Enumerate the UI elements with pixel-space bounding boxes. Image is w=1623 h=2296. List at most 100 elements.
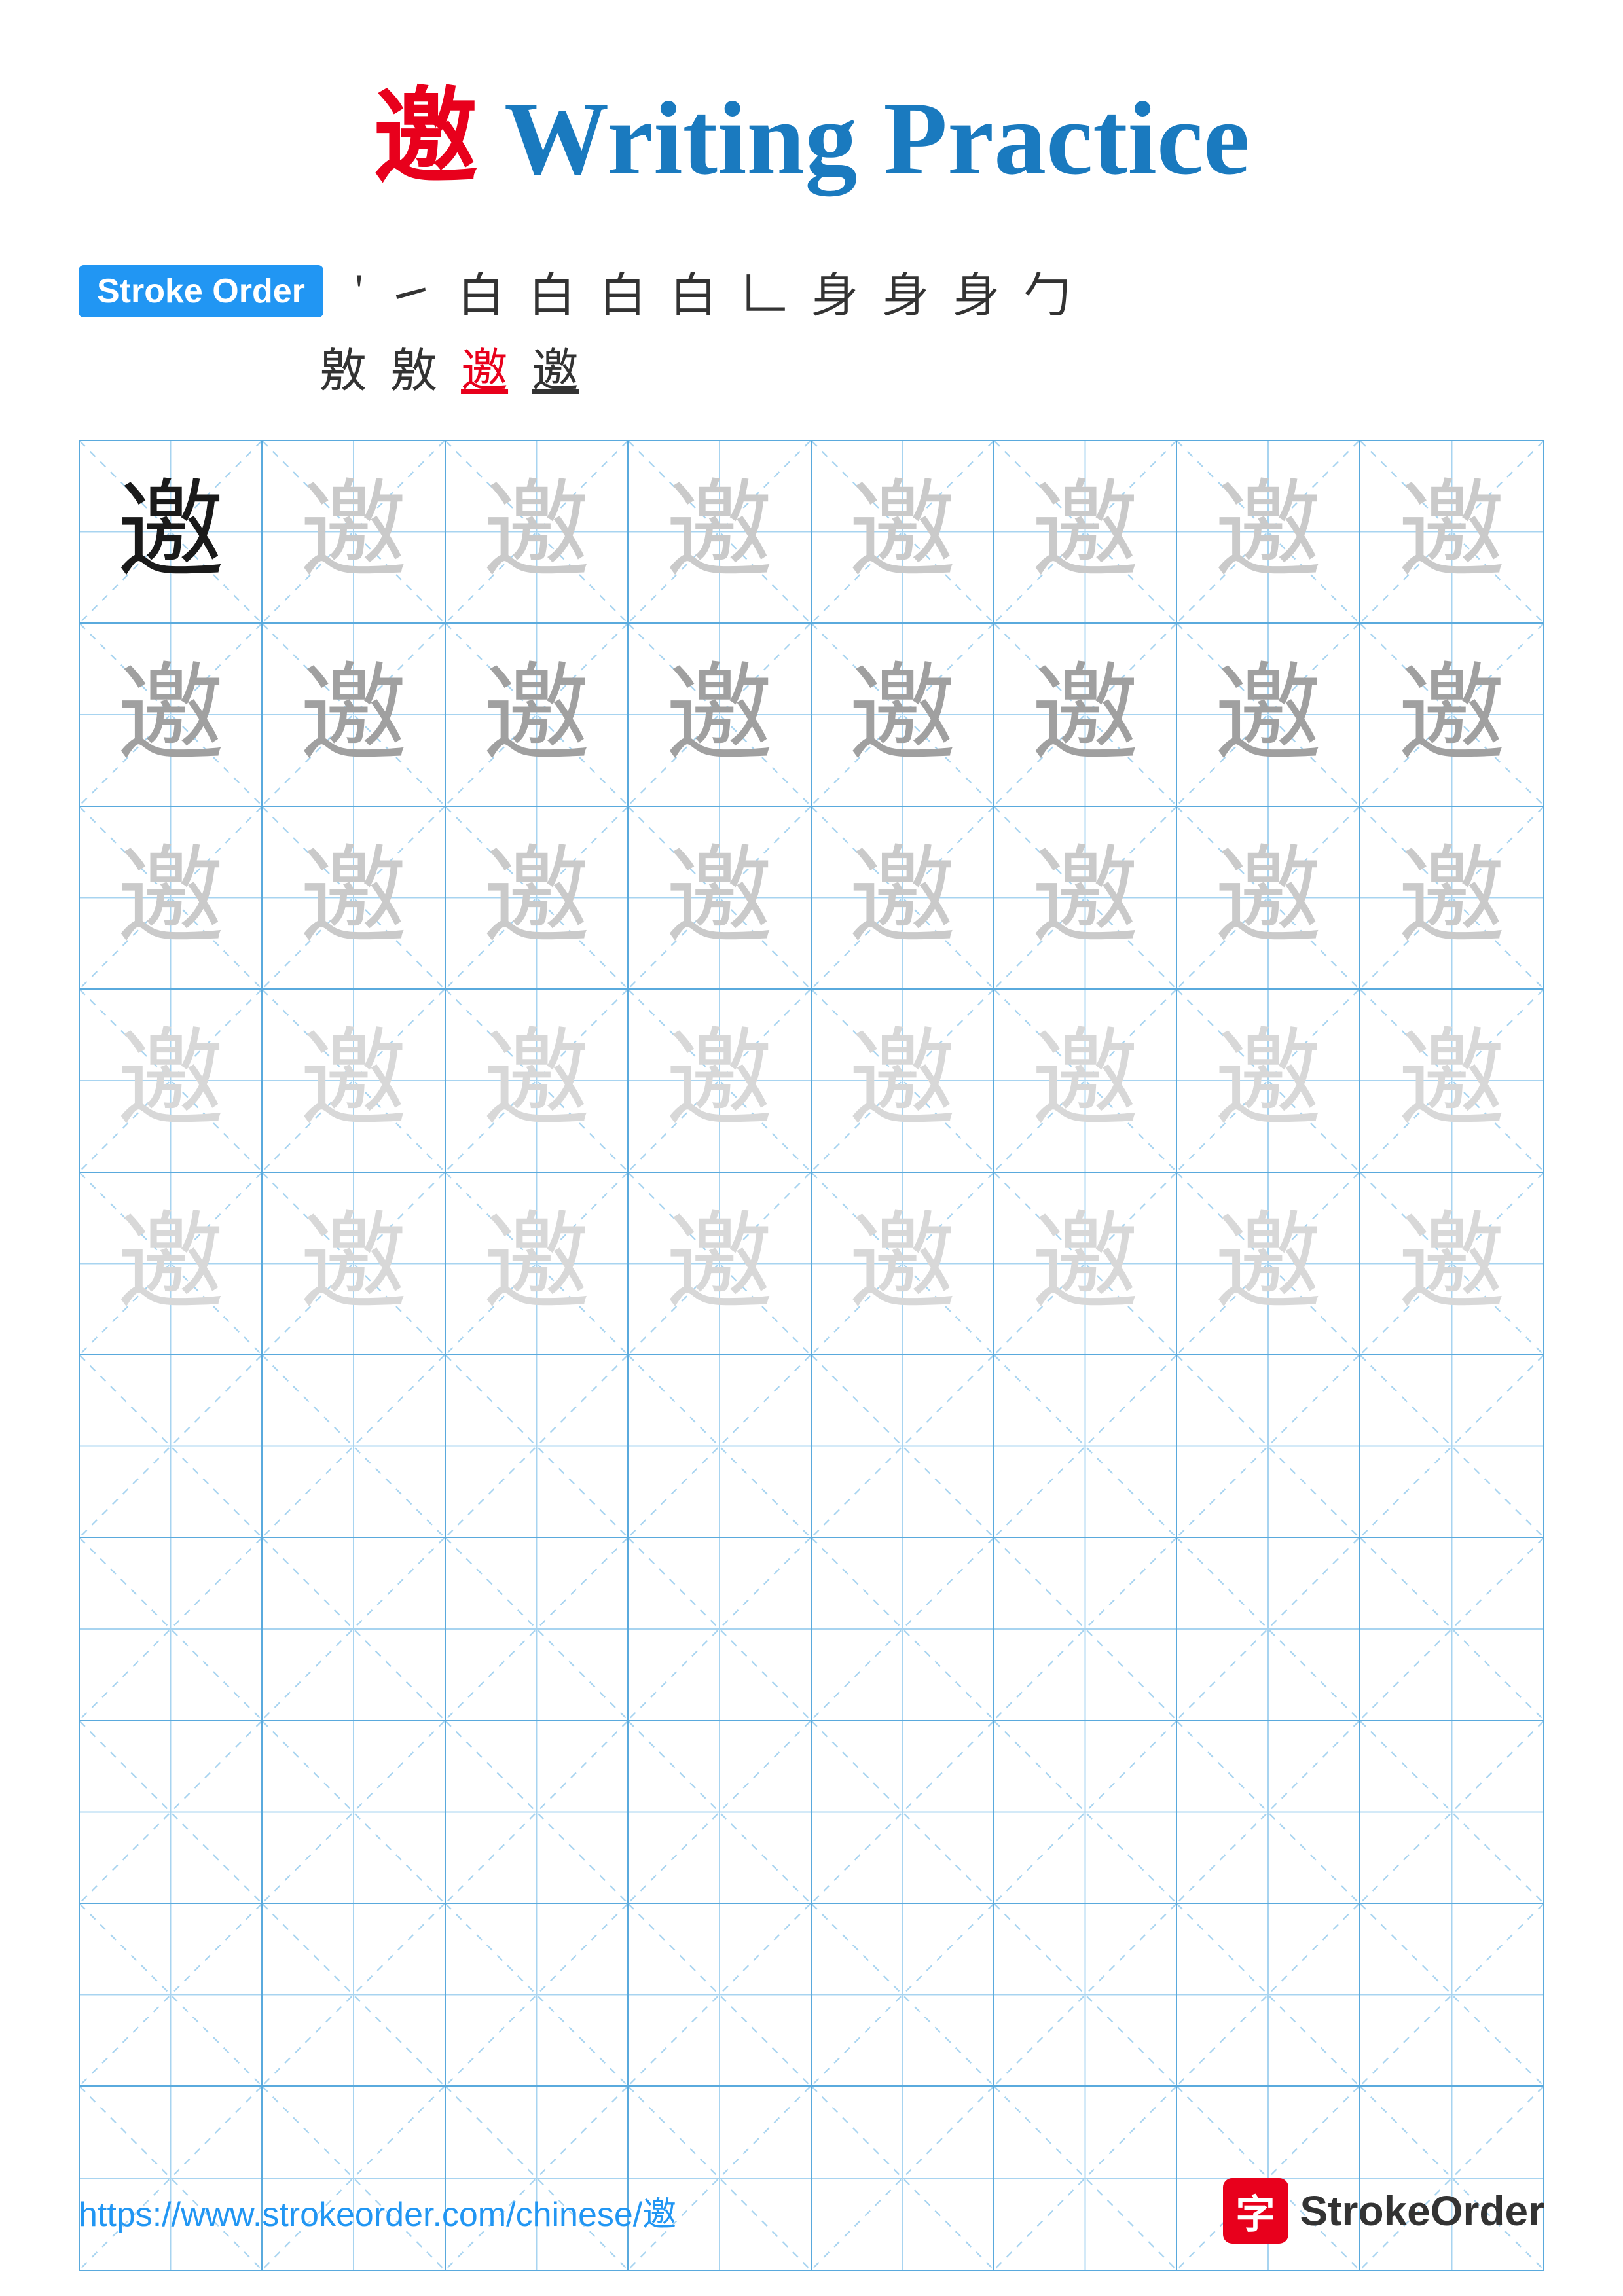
cell-9-2[interactable]	[263, 1904, 445, 2087]
practice-char-vlight: 邀	[665, 1210, 773, 1318]
cell-3-7[interactable]: 邀	[1177, 807, 1360, 990]
cell-5-1[interactable]: 邀	[80, 1173, 263, 1355]
practice-grid: 邀 邀 邀 邀 邀 邀 邀	[79, 440, 1544, 2271]
practice-char-light: 邀	[1214, 478, 1322, 586]
practice-char-light: 邀	[1214, 844, 1322, 952]
cell-4-7[interactable]: 邀	[1177, 990, 1360, 1172]
practice-char-vlight: 邀	[848, 1026, 957, 1134]
cell-5-7[interactable]: 邀	[1177, 1173, 1360, 1355]
stroke-10: 身	[941, 257, 1012, 325]
cell-9-5[interactable]	[812, 1904, 994, 2087]
cell-3-2[interactable]: 邀	[263, 807, 445, 990]
cell-5-3[interactable]: 邀	[446, 1173, 629, 1355]
cell-6-7[interactable]	[1177, 1355, 1360, 1538]
cell-2-3[interactable]: 邀	[446, 624, 629, 806]
cell-4-1[interactable]: 邀	[80, 990, 263, 1172]
cell-2-5[interactable]: 邀	[812, 624, 994, 806]
cell-3-1[interactable]: 邀	[80, 807, 263, 990]
cell-8-2[interactable]	[263, 1721, 445, 1904]
stroke-13: 敫	[378, 332, 449, 401]
practice-char-light: 邀	[483, 844, 591, 952]
cell-7-1[interactable]	[80, 1538, 263, 1721]
cell-7-7[interactable]	[1177, 1538, 1360, 1721]
cell-8-8[interactable]	[1360, 1721, 1543, 1904]
cell-2-4[interactable]: 邀	[629, 624, 811, 806]
practice-char-vlight: 邀	[117, 1210, 225, 1318]
grid-row-3: 邀 邀 邀 邀 邀 邀 邀	[80, 807, 1543, 990]
cell-1-8[interactable]: 邀	[1360, 441, 1543, 624]
cell-4-3[interactable]: 邀	[446, 990, 629, 1172]
stroke-9: 身	[870, 257, 941, 325]
cell-8-1[interactable]	[80, 1721, 263, 1904]
cell-5-5[interactable]: 邀	[812, 1173, 994, 1355]
cell-2-8[interactable]: 邀	[1360, 624, 1543, 806]
practice-char-vlight: 邀	[1398, 1026, 1506, 1134]
cell-6-3[interactable]	[446, 1355, 629, 1538]
page-title: 邀 Writing Practice	[79, 52, 1544, 204]
cell-9-4[interactable]	[629, 1904, 811, 2087]
practice-char-light: 邀	[1398, 844, 1506, 952]
cell-5-2[interactable]: 邀	[263, 1173, 445, 1355]
cell-2-2[interactable]: 邀	[263, 624, 445, 806]
stroke-order-row2: 敫 敫 邀 邀	[79, 332, 1544, 401]
cell-2-7[interactable]: 邀	[1177, 624, 1360, 806]
practice-char-vlight: 邀	[665, 1026, 773, 1134]
practice-char-light: 邀	[117, 844, 225, 952]
cell-7-5[interactable]	[812, 1538, 994, 1721]
cell-9-3[interactable]	[446, 1904, 629, 2087]
cell-4-6[interactable]: 邀	[994, 990, 1177, 1172]
cell-4-4[interactable]: 邀	[629, 990, 811, 1172]
cell-4-2[interactable]: 邀	[263, 990, 445, 1172]
cell-3-3[interactable]: 邀	[446, 807, 629, 990]
cell-8-7[interactable]	[1177, 1721, 1360, 1904]
cell-5-6[interactable]: 邀	[994, 1173, 1177, 1355]
cell-1-6[interactable]: 邀	[994, 441, 1177, 624]
cell-7-3[interactable]	[446, 1538, 629, 1721]
cell-1-1[interactable]: 邀	[80, 441, 263, 624]
cell-7-2[interactable]	[263, 1538, 445, 1721]
cell-7-8[interactable]	[1360, 1538, 1543, 1721]
cell-2-6[interactable]: 邀	[994, 624, 1177, 806]
cell-3-5[interactable]: 邀	[812, 807, 994, 990]
cell-9-6[interactable]	[994, 1904, 1177, 2087]
cell-9-1[interactable]	[80, 1904, 263, 2087]
cell-6-8[interactable]	[1360, 1355, 1543, 1538]
cell-8-5[interactable]	[812, 1721, 994, 1904]
cell-3-8[interactable]: 邀	[1360, 807, 1543, 990]
cell-4-5[interactable]: 邀	[812, 990, 994, 1172]
footer-url-link[interactable]: https://www.strokeorder.com/chinese/邀	[79, 2187, 676, 2236]
cell-5-4[interactable]: 邀	[629, 1173, 811, 1355]
cell-3-6[interactable]: 邀	[994, 807, 1177, 990]
cell-1-5[interactable]: 邀	[812, 441, 994, 624]
cell-1-7[interactable]: 邀	[1177, 441, 1360, 624]
cell-4-8[interactable]: 邀	[1360, 990, 1543, 1172]
practice-char-vlight: 邀	[1214, 1026, 1322, 1134]
cell-3-4[interactable]: 邀	[629, 807, 811, 990]
cell-7-6[interactable]	[994, 1538, 1177, 1721]
practice-char-vlight: 邀	[483, 1026, 591, 1134]
practice-char-light: 邀	[1031, 478, 1139, 586]
grid-row-5: 邀 邀 邀 邀 邀 邀 邀	[80, 1173, 1543, 1355]
cell-7-4[interactable]	[629, 1538, 811, 1721]
cell-8-6[interactable]	[994, 1721, 1177, 1904]
practice-char-medium: 邀	[300, 661, 408, 769]
cell-5-8[interactable]: 邀	[1360, 1173, 1543, 1355]
cell-1-2[interactable]: 邀	[263, 441, 445, 624]
cell-2-1[interactable]: 邀	[80, 624, 263, 806]
cell-1-3[interactable]: 邀	[446, 441, 629, 624]
practice-char-medium: 邀	[665, 661, 773, 769]
page: 邀 Writing Practice Stroke Order ' ㇀ 白 白 …	[0, 0, 1623, 2296]
cell-6-5[interactable]	[812, 1355, 994, 1538]
cell-9-8[interactable]	[1360, 1904, 1543, 2087]
practice-char-dark: 邀	[117, 478, 225, 586]
cell-6-6[interactable]	[994, 1355, 1177, 1538]
cell-6-1[interactable]	[80, 1355, 263, 1538]
cell-6-2[interactable]	[263, 1355, 445, 1538]
cell-9-7[interactable]	[1177, 1904, 1360, 2087]
cell-1-4[interactable]: 邀	[629, 441, 811, 624]
cell-8-4[interactable]	[629, 1721, 811, 1904]
cell-8-3[interactable]	[446, 1721, 629, 1904]
stroke-12: 敫	[308, 332, 378, 401]
cell-6-4[interactable]	[629, 1355, 811, 1538]
stroke-5: 白	[587, 257, 658, 325]
